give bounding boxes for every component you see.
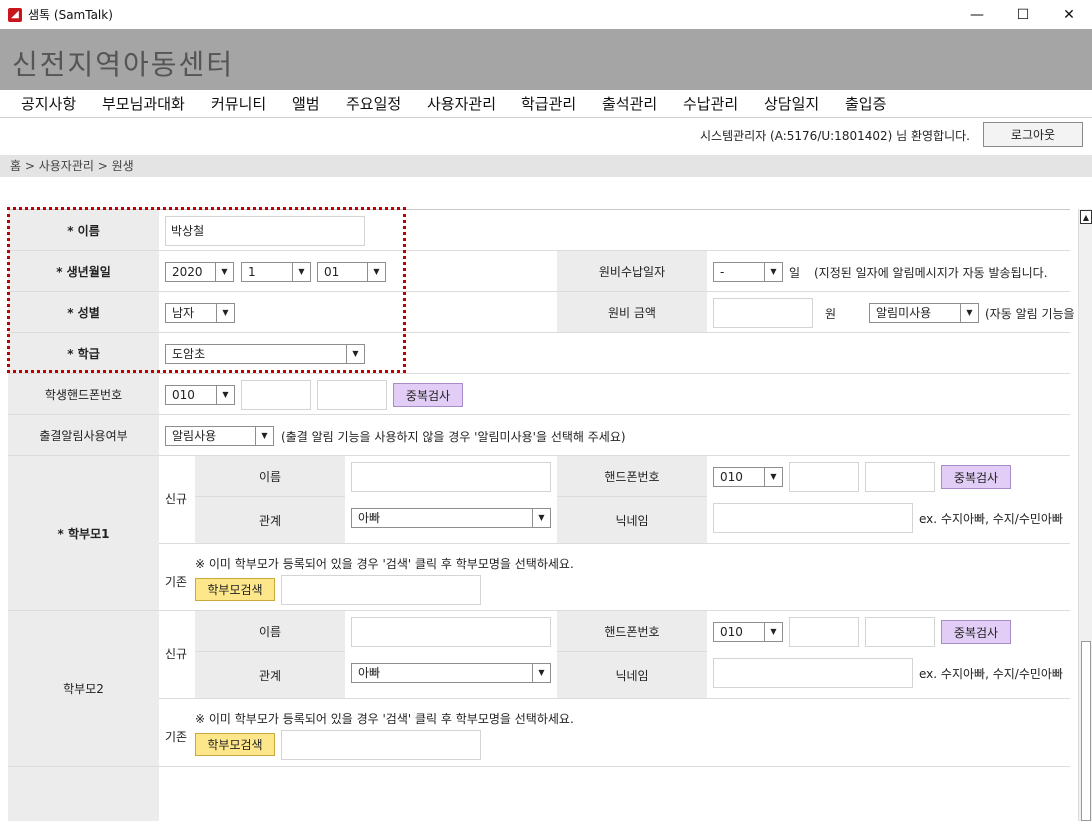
parent2-relation-label: 관계 — [195, 652, 345, 698]
fee-amount-input[interactable] — [713, 298, 813, 328]
row-parent1: * 학부모1 신규 이름 핸드폰번호 010 ▼ 중복검사 관계 아빠 ▼ 닉네임 … — [8, 456, 1070, 611]
scrollbar-thumb[interactable] — [1081, 641, 1091, 821]
parent1-new-label: 신규 — [165, 492, 188, 506]
chevron-down-icon: ▼ — [960, 304, 978, 322]
parent2-nick-input[interactable] — [713, 658, 913, 688]
fee-day-label: 원비수납일자 — [557, 251, 707, 291]
required-fields-highlight — [7, 207, 406, 373]
row-parent2: 학부모2 신규 이름 핸드폰번호 010 ▼ 중복검사 관계 아빠 ▼ 닉네임 ex… — [8, 611, 1070, 767]
row-student-phone: 학생핸드폰번호 010 ▼ 중복검사 — [8, 374, 1070, 415]
student-dup-check-button[interactable]: 중복검사 — [393, 383, 463, 407]
main-menu: 공지사항 부모님과대화 커뮤니티 앨범 주요일정 사용자관리 학급관리 출석관리… — [0, 90, 1092, 118]
menu-community[interactable]: 커뮤니티 — [211, 93, 266, 114]
close-button[interactable]: ✕ — [1046, 0, 1092, 29]
center-name: 신전지역아동센터 — [12, 48, 235, 81]
parent1-phone-label: 핸드폰번호 — [557, 456, 707, 497]
parent1-nick-input[interactable] — [713, 503, 913, 533]
attendance-alarm-label: 출결알림사용여부 — [8, 415, 159, 455]
menu-parent-talk[interactable]: 부모님과대화 — [102, 93, 185, 114]
parent2-label: 학부모2 — [8, 611, 159, 766]
fee-day-note: (지정된 일자에 알림메시지가 자동 발송됩니다. — [814, 266, 1048, 280]
window-titlebar: ◢ 샘톡 (SamTalk) — ☐ ✕ — [0, 0, 1092, 29]
parent1-search-input[interactable] — [281, 575, 481, 605]
window-title: 샘톡 (SamTalk) — [28, 8, 113, 22]
student-phone-last-input[interactable] — [317, 380, 387, 410]
welcome-text: 시스템관리자 (A:5176/U:1801402) 님 환영합니다. — [700, 129, 970, 143]
vertical-scrollbar[interactable]: ▲ — [1078, 209, 1092, 821]
parent2-phone-mid-input[interactable] — [789, 617, 859, 647]
student-phone-mid-input[interactable] — [241, 380, 311, 410]
parent2-nick-label: 닉네임 — [557, 652, 707, 698]
parent2-search-button[interactable]: 학부모검색 — [195, 733, 275, 756]
parent1-nick-example: ex. 수지아빠, 수지/수민아빠 — [919, 512, 1063, 526]
row-attendance-alarm: 출결알림사용여부 알림사용 ▼ (출결 알림 기능을 사용하지 않을 경우 '알림… — [8, 415, 1070, 456]
fee-amount-label: 원비 금액 — [557, 292, 707, 332]
parent1-name-label: 이름 — [195, 456, 345, 497]
parent1-divider — [159, 543, 1070, 544]
fee-alarm-select[interactable]: 알림미사용 ▼ — [869, 303, 979, 323]
parent1-existing-note: ※ 이미 학부모가 등록되어 있을 경우 '검색' 클릭 후 학부모명을 선택하… — [195, 557, 574, 571]
parent2-phone-label: 핸드폰번호 — [557, 611, 707, 652]
parent1-phone-prefix-select[interactable]: 010 ▼ — [713, 467, 783, 487]
chevron-down-icon: ▼ — [532, 509, 550, 527]
menu-class-management[interactable]: 학급관리 — [521, 93, 576, 114]
samtalk-app-icon: ◢ — [8, 7, 22, 22]
menu-counseling[interactable]: 상담일지 — [764, 93, 819, 114]
fee-alarm-note: (자동 알림 기능을 — [985, 307, 1075, 321]
parent2-relation-select[interactable]: 아빠 ▼ — [351, 663, 551, 683]
attendance-alarm-select[interactable]: 알림사용 ▼ — [165, 426, 274, 446]
menu-pass[interactable]: 출입증 — [845, 93, 886, 114]
fee-amount-unit: 원 — [825, 307, 837, 321]
parent1-search-button[interactable]: 학부모검색 — [195, 578, 275, 601]
row-empty — [8, 767, 1070, 821]
parent1-dup-check-button[interactable]: 중복검사 — [941, 465, 1011, 489]
parent2-divider — [159, 698, 1070, 699]
student-phone-prefix-select[interactable]: 010 ▼ — [165, 385, 235, 405]
header-banner: 신전지역아동센터 — [0, 29, 1092, 90]
maximize-button[interactable]: ☐ — [1000, 0, 1046, 29]
parent2-name-label: 이름 — [195, 611, 345, 652]
parent2-existing-label: 기존 — [165, 730, 188, 744]
parent2-search-input[interactable] — [281, 730, 481, 760]
menu-attendance[interactable]: 출석관리 — [602, 93, 657, 114]
parent1-relation-label: 관계 — [195, 497, 345, 543]
breadcrumb: 홈 > 사용자관리 > 원생 — [0, 155, 1092, 177]
parent2-phone-prefix-select[interactable]: 010 ▼ — [713, 622, 783, 642]
empty-label-cell — [8, 767, 159, 821]
fee-day-unit: 일 — [789, 266, 801, 280]
parent2-dup-check-button[interactable]: 중복검사 — [941, 620, 1011, 644]
minimize-button[interactable]: — — [954, 0, 1000, 29]
parent2-phone-last-input[interactable] — [865, 617, 935, 647]
menu-album[interactable]: 앨범 — [292, 93, 320, 114]
scroll-up-icon[interactable]: ▲ — [1080, 210, 1092, 224]
chevron-down-icon: ▼ — [764, 263, 782, 281]
menu-schedule[interactable]: 주요일정 — [346, 93, 401, 114]
parent2-new-label: 신규 — [165, 647, 188, 661]
attendance-alarm-note: (출결 알림 기능을 사용하지 않을 경우 '알림미사용'을 선택해 주세요) — [281, 430, 626, 444]
parent1-label: * 학부모1 — [8, 456, 159, 610]
chevron-down-icon: ▼ — [532, 664, 550, 682]
parent1-existing-label: 기존 — [165, 575, 188, 589]
fee-day-select[interactable]: - ▼ — [713, 262, 783, 282]
menu-notice[interactable]: 공지사항 — [21, 93, 76, 114]
chevron-down-icon: ▼ — [764, 468, 782, 486]
menu-payment[interactable]: 수납관리 — [683, 93, 738, 114]
parent1-name-input[interactable] — [351, 462, 551, 492]
chevron-down-icon: ▼ — [764, 623, 782, 641]
parent1-nick-label: 닉네임 — [557, 497, 707, 543]
parent2-name-input[interactable] — [351, 617, 551, 647]
chevron-down-icon: ▼ — [216, 386, 234, 404]
logout-button[interactable]: 로그아웃 — [983, 122, 1083, 147]
parent1-phone-last-input[interactable] — [865, 462, 935, 492]
parent2-nick-example: ex. 수지아빠, 수지/수민아빠 — [919, 667, 1063, 681]
user-bar: 시스템관리자 (A:5176/U:1801402) 님 환영합니다. 로그아웃 — [0, 118, 1092, 152]
parent1-phone-mid-input[interactable] — [789, 462, 859, 492]
student-phone-label: 학생핸드폰번호 — [8, 374, 159, 414]
parent2-existing-note: ※ 이미 학부모가 등록되어 있을 경우 '검색' 클릭 후 학부모명을 선택하… — [195, 712, 574, 726]
menu-user-management[interactable]: 사용자관리 — [427, 93, 496, 114]
chevron-down-icon: ▼ — [255, 427, 273, 445]
parent1-relation-select[interactable]: 아빠 ▼ — [351, 508, 551, 528]
